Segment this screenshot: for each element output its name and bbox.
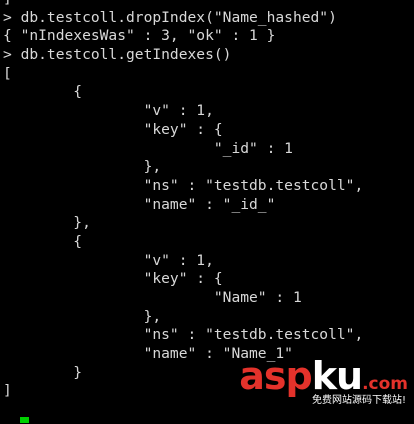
- terminal-line: "v" : 1,: [3, 102, 214, 120]
- terminal-line: > db.testcoll.dropIndex("Name_hashed"): [3, 8, 337, 26]
- terminal-line: {: [3, 232, 83, 250]
- terminal-window[interactable]: ] > db.testcoll.dropIndex("Name_hashed")…: [0, 0, 414, 423]
- terminal-prompt[interactable]: [20, 405, 29, 424]
- terminal-line: "_id" : 1: [3, 139, 293, 157]
- terminal-line: [: [3, 64, 12, 82]
- terminal-line: "Name" : 1: [3, 289, 302, 306]
- terminal-line: },: [3, 214, 91, 232]
- text-cursor: [20, 416, 29, 423]
- terminal-output: ] > db.testcoll.dropIndex("Name_hashed")…: [3, 0, 363, 401]
- terminal-line: "name" : "_id_": [3, 195, 276, 213]
- terminal-line: { "nIndexesWas" : 3, "ok" : 1 }: [3, 27, 276, 45]
- terminal-line: "ns" : "testdb.testcoll",: [3, 326, 364, 344]
- terminal-line: {: [3, 83, 83, 101]
- watermark-logo-ku: ku: [311, 354, 363, 398]
- terminal-line: "key" : {: [3, 270, 223, 288]
- terminal-line: },: [3, 158, 162, 176]
- watermark-logo-com: .com: [362, 374, 408, 394]
- terminal-line: > db.testcoll.getIndexes(): [3, 46, 232, 64]
- terminal-line: },: [3, 307, 162, 325]
- terminal-line: ]: [3, 0, 363, 9]
- terminal-line: "key" : {: [3, 120, 223, 138]
- terminal-line: "v" : 1,: [3, 251, 214, 269]
- watermark: aspku.com 免费网站源码下载站!: [236, 357, 408, 407]
- watermark-subtitle: 免费网站源码下载站!: [311, 395, 406, 406]
- terminal-line: "ns" : "testdb.testcoll",: [3, 176, 364, 194]
- watermark-logo-asp: asp: [239, 354, 312, 398]
